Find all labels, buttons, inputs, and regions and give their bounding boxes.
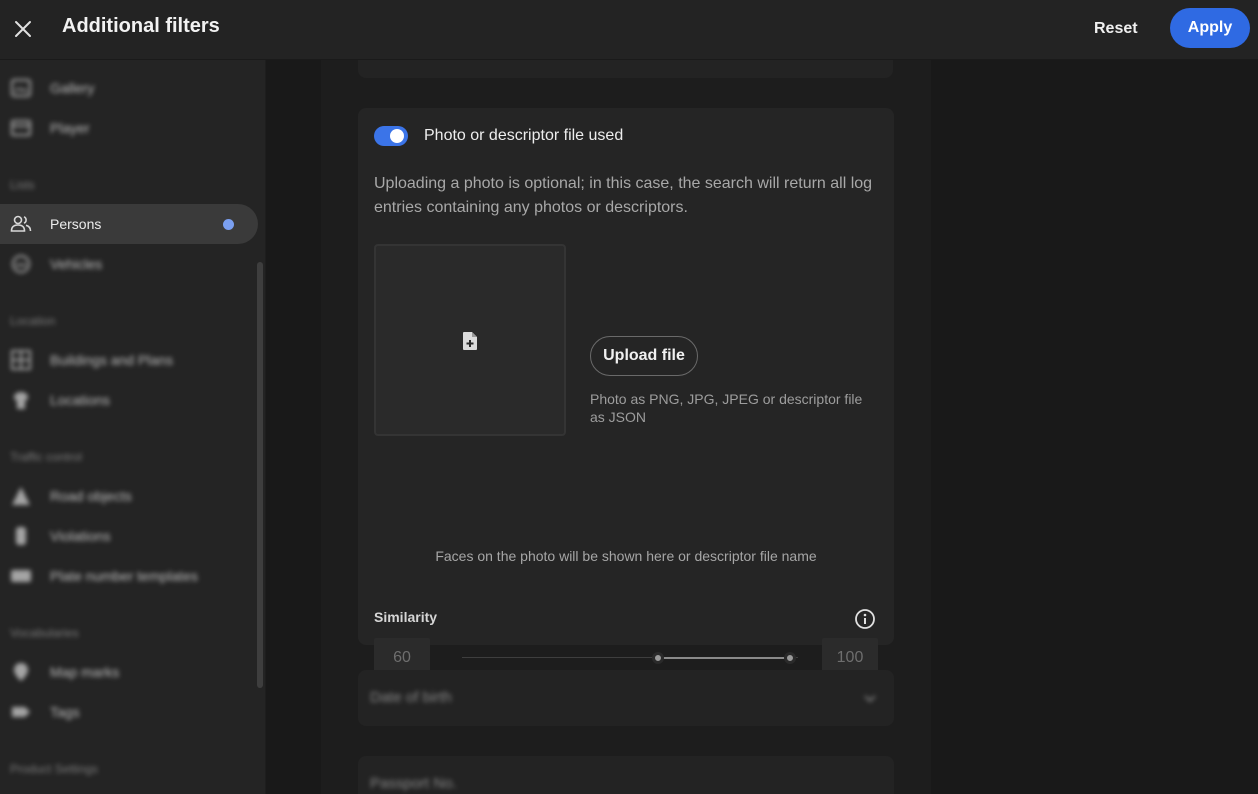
sidebar-section-location: Location: [10, 314, 56, 328]
file-add-icon: [463, 332, 477, 350]
sidebar-section-traffic: Traffic control: [10, 450, 83, 464]
reset-button[interactable]: Reset: [1082, 17, 1150, 41]
sidebar: Gallery Player Lists Persons Vehicles Lo…: [0, 60, 266, 794]
upload-hint: Photo as PNG, JPG, JPEG or descriptor fi…: [590, 391, 863, 425]
sidebar-item-label: Road objects: [50, 488, 132, 504]
sidebar-item-violations[interactable]: Violations: [0, 516, 258, 556]
passport-label: Passport No.: [370, 775, 457, 792]
sidebar-section-product-settings: Product Settings: [10, 762, 99, 776]
main-panel: Photo or descriptor file used Uploading …: [266, 60, 1258, 794]
location-icon: [14, 392, 28, 409]
sidebar-item-label: Vehicles: [50, 256, 103, 272]
page-title: Additional filters: [62, 15, 220, 37]
map-mark-icon: [14, 663, 28, 681]
sidebar-item-label: Plate number templates: [50, 568, 198, 584]
close-icon[interactable]: [10, 16, 36, 42]
sidebar-section-vocabularies: Vocabularies: [10, 626, 79, 640]
upload-file-button[interactable]: Upload file: [590, 336, 698, 376]
previous-filter-card: [358, 60, 893, 78]
sidebar-item-persons[interactable]: Persons: [0, 204, 258, 244]
similarity-label: Similarity: [374, 609, 438, 625]
violation-icon: [16, 527, 26, 545]
road-object-icon: [12, 487, 30, 505]
sidebar-item-buildings[interactable]: Buildings and Plans: [0, 340, 258, 380]
sidebar-item-label: Player: [50, 120, 90, 136]
sidebar-item-tags[interactable]: Tags: [0, 692, 258, 732]
slider-thumb-max[interactable]: [784, 652, 796, 664]
photo-filter-toggle[interactable]: [374, 126, 408, 146]
plate-icon: [11, 570, 31, 582]
active-indicator-dot: [223, 219, 234, 230]
sidebar-item-vehicles[interactable]: Vehicles: [0, 244, 258, 284]
sidebar-item-label: Persons: [50, 216, 102, 232]
sidebar-item-label: Tags: [50, 704, 80, 720]
persons-icon: [10, 215, 32, 232]
photo-filter-card: Photo or descriptor file used Uploading …: [358, 108, 894, 678]
date-of-birth-label: Date of birth: [370, 689, 452, 706]
vehicle-icon: [12, 255, 30, 273]
date-of-birth-filter[interactable]: Date of birth: [358, 670, 894, 726]
tag-icon: [12, 707, 30, 717]
sidebar-item-map-marks[interactable]: Map marks: [0, 652, 258, 692]
passport-filter[interactable]: Passport No.: [358, 756, 894, 794]
sidebar-item-label: Gallery: [50, 80, 95, 96]
sidebar-item-road-objects[interactable]: Road objects: [0, 476, 258, 516]
info-icon[interactable]: [854, 608, 876, 630]
sidebar-item-label: Locations: [50, 392, 110, 408]
apply-button[interactable]: Apply: [1170, 8, 1250, 48]
toggle-knob: [390, 129, 404, 143]
image-icon: [11, 79, 31, 97]
slider-range: [658, 657, 790, 659]
building-icon: [11, 350, 31, 370]
faces-placeholder-note: Faces on the photo will be shown here or…: [435, 548, 817, 564]
sidebar-item-gallery[interactable]: Gallery: [0, 68, 258, 108]
header: Additional filters Reset Apply: [0, 0, 1258, 60]
sidebar-item-plate-templates[interactable]: Plate number templates: [0, 556, 258, 596]
chevron-down-icon: [864, 695, 876, 703]
sidebar-item-player[interactable]: Player: [0, 108, 258, 148]
sidebar-item-locations[interactable]: Locations: [0, 380, 258, 420]
photo-filter-description: Uploading a photo is optional; in this c…: [374, 175, 873, 216]
sidebar-item-label: Map marks: [50, 664, 120, 680]
sidebar-section-lists: Lists: [10, 178, 35, 192]
sidebar-scrollbar[interactable]: [257, 262, 263, 688]
player-icon: [11, 120, 31, 136]
sidebar-item-label: Buildings and Plans: [50, 352, 173, 368]
sidebar-item-label: Violations: [50, 528, 111, 544]
similarity-slider[interactable]: [462, 652, 798, 664]
photo-dropzone[interactable]: [374, 244, 566, 436]
slider-thumb-min[interactable]: [652, 652, 664, 664]
photo-filter-toggle-label: Photo or descriptor file used: [424, 127, 624, 144]
